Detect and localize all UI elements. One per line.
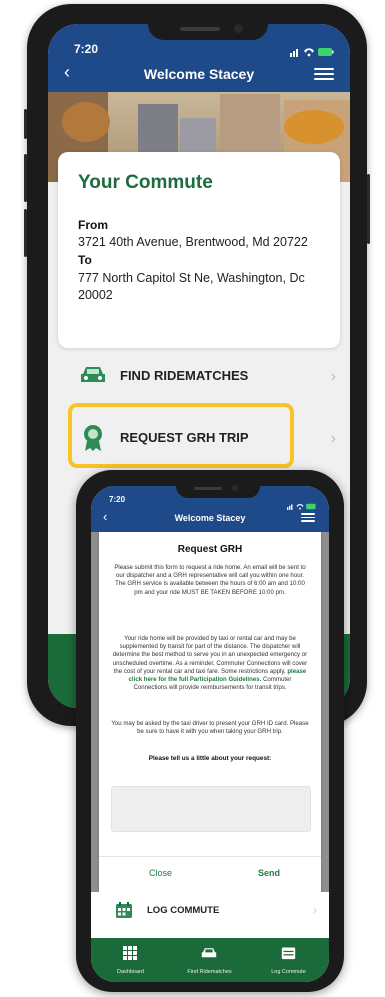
send-button[interactable]: Send xyxy=(258,868,280,878)
chevron-right-icon: › xyxy=(313,903,317,917)
menu-item-label: FIND RIDEMATCHES xyxy=(120,368,249,383)
menu-item-find-ridematches[interactable]: FIND RIDEMATCHES › xyxy=(48,350,350,404)
car-icon xyxy=(200,946,218,965)
modal-paragraph-text: Your ride home will be provided by taxi … xyxy=(112,635,308,675)
tab-dashboard[interactable]: Dashboard xyxy=(91,938,170,982)
close-button[interactable]: Close xyxy=(149,868,172,878)
tab-label: Dashboard xyxy=(117,969,144,975)
from-address: 3721 40th Avenue, Brentwood, Md 20722 xyxy=(78,235,308,249)
request-grh-highlight xyxy=(68,403,294,468)
chevron-right-icon: › xyxy=(330,430,336,447)
bottom-tab-bar: Dashboard Find Ridematches Log Commute xyxy=(91,938,329,982)
front-phone-notch xyxy=(176,478,260,498)
back-icon[interactable]: ‹ xyxy=(103,509,107,524)
back-icon[interactable]: ‹ xyxy=(64,62,70,83)
modal-title: Request GRH xyxy=(177,544,243,555)
tab-label: Find Ridematches xyxy=(187,969,232,975)
calendar-icon xyxy=(281,945,296,965)
to-label: To xyxy=(78,253,92,267)
menu-icon[interactable] xyxy=(301,511,315,524)
status-time: 7:20 xyxy=(109,495,126,504)
header-title: Welcome Stacey xyxy=(143,66,255,82)
request-question-label: Please tell us a little about your reque… xyxy=(148,755,272,762)
grid-icon xyxy=(123,946,137,965)
your-commute-card: Your Commute From 3721 40th Avenue, Bren… xyxy=(58,152,340,348)
modal-paragraph: Please submit this form to request a rid… xyxy=(114,564,306,596)
from-label: From xyxy=(78,218,108,232)
car-icon xyxy=(78,364,108,391)
tab-label: Log Commute xyxy=(271,969,306,975)
modal-paragraph: Your ride home will be provided by taxi … xyxy=(111,635,309,692)
request-textarea[interactable] xyxy=(111,786,311,832)
header-title: Welcome Stacey xyxy=(174,513,246,523)
menu-item-log-commute[interactable]: LOG COMMUTE › xyxy=(91,892,329,930)
chevron-right-icon: › xyxy=(330,368,336,385)
menu-icon[interactable] xyxy=(314,65,334,83)
log-commute-label: LOG COMMUTE xyxy=(147,905,220,916)
front-phone-screen: 7:20 ‹ Welcome Stacey Request GRH Please… xyxy=(91,486,329,982)
status-icons xyxy=(290,44,334,62)
tab-find-ridematches[interactable]: Find Ridematches xyxy=(170,938,249,982)
calendar-icon xyxy=(115,901,133,924)
request-grh-modal: Request GRH Please submit this form to r… xyxy=(99,532,321,892)
modal-paragraph: You may be asked by the taxi driver to p… xyxy=(111,720,309,736)
commute-card-title: Your Commute xyxy=(78,172,213,193)
tab-log-commute[interactable]: Log Commute xyxy=(249,938,328,982)
status-time: 7:20 xyxy=(74,42,99,56)
back-phone-notch xyxy=(148,14,268,40)
to-address: 777 North Capitol St Ne, Washington, Dc … xyxy=(78,271,305,302)
